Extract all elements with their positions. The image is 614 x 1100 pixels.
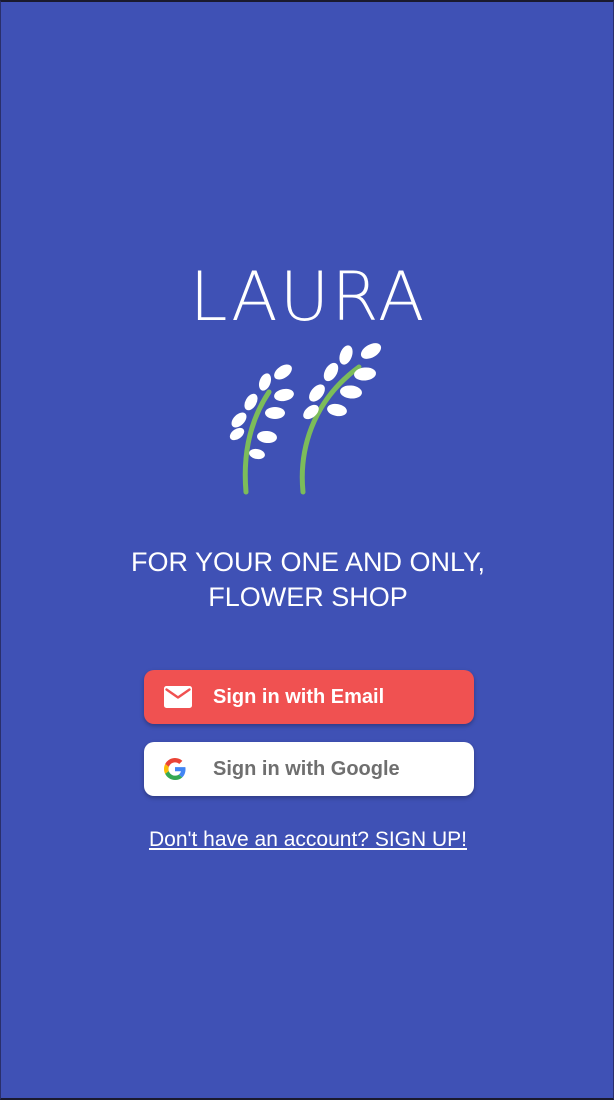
sign-up-link[interactable]: Don't have an account? SIGN UP! <box>1 828 614 852</box>
lavender-logo-icon <box>229 343 382 495</box>
tagline: FOR YOUR ONE AND ONLY, FLOWER SHOP <box>1 545 614 615</box>
app-title: LAURA <box>189 258 427 337</box>
tagline-line-2: FLOWER SHOP <box>208 582 408 612</box>
sign-in-email-label: Sign in with Email <box>213 685 385 708</box>
mail-icon <box>164 686 192 708</box>
tagline-line-1: FOR YOUR ONE AND ONLY, <box>130 547 486 577</box>
sign-in-google-button[interactable]: Sign in with Google <box>144 742 474 796</box>
sign-in-email-button[interactable]: Sign in with Email <box>144 670 474 724</box>
sign-in-google-label: Sign in with Google <box>213 757 400 780</box>
login-screen: LAURA FOR YOUR ONE AND ONLY, FLOWER SHOP… <box>0 0 614 1100</box>
google-g-icon <box>164 758 186 780</box>
